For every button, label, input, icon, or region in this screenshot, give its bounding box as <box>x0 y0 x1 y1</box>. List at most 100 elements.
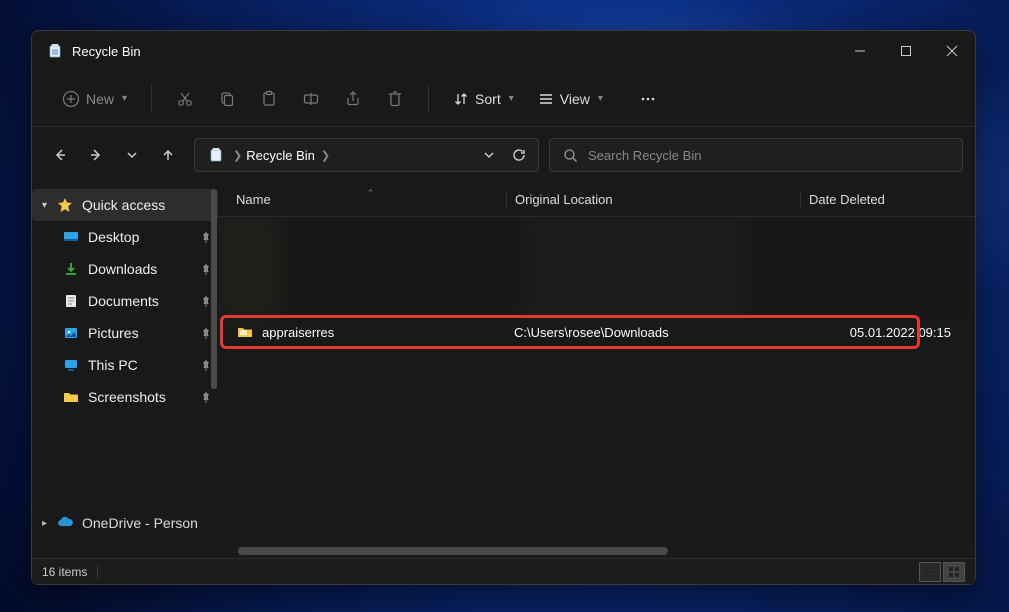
column-headers: Name ⌃ Original Location Date Deleted <box>218 183 975 217</box>
sort-button[interactable]: Sort ▾ <box>443 81 524 117</box>
sidebar-item-desktop[interactable]: Desktop <box>62 221 218 253</box>
recycle-bin-icon <box>205 144 227 166</box>
address-row: ❯ Recycle Bin ❯ <box>32 127 975 183</box>
new-button[interactable]: New ▾ <box>52 81 137 117</box>
up-button[interactable] <box>152 139 184 171</box>
sidebar-item-pictures[interactable]: Pictures <box>62 317 218 349</box>
view-button[interactable]: View ▾ <box>528 81 613 117</box>
onedrive-icon <box>56 514 74 532</box>
sidebar-item-downloads[interactable]: Downloads <box>62 253 218 285</box>
refresh-button[interactable] <box>504 139 534 171</box>
column-label: Date Deleted <box>809 192 885 207</box>
quick-access-children: Desktop Downloads <box>32 221 218 413</box>
navigation-pane: ▾ Quick access Desktop <box>32 183 218 558</box>
chevron-down-icon: ▾ <box>598 93 603 104</box>
pictures-icon <box>62 324 80 342</box>
sidebar-item-onedrive[interactable]: ▸ OneDrive - Person <box>32 507 218 539</box>
blurred-rows <box>218 217 975 317</box>
this-pc-icon <box>62 356 80 374</box>
address-bar[interactable]: ❯ Recycle Bin ❯ <box>194 138 539 172</box>
forward-button[interactable] <box>80 139 112 171</box>
share-button[interactable] <box>334 81 372 117</box>
paste-button[interactable] <box>250 81 288 117</box>
plus-circle-icon <box>62 90 80 108</box>
breadcrumb-label: Recycle Bin <box>246 148 315 163</box>
titlebar: Recycle Bin <box>32 31 975 71</box>
sort-ascending-icon: ⌃ <box>367 188 375 199</box>
column-label: Name <box>236 192 271 207</box>
file-icon <box>236 323 254 341</box>
chevron-down-icon: ▾ <box>509 93 514 104</box>
copy-button[interactable] <box>208 81 246 117</box>
view-toggles <box>919 562 965 582</box>
address-dropdown-button[interactable] <box>474 139 504 171</box>
chevron-down-icon[interactable]: ▾ <box>42 200 56 211</box>
sidebar-item-label: Screenshots <box>88 389 166 405</box>
file-row-appraiserres[interactable]: appraiserres C:\Users\rosee\Downloads 05… <box>228 317 965 347</box>
downloads-icon <box>62 260 80 278</box>
sidebar-item-documents[interactable]: Documents <box>62 285 218 317</box>
sidebar-item-label: Quick access <box>82 197 165 213</box>
scrollbar-thumb[interactable] <box>238 547 668 555</box>
sidebar-item-label: Pictures <box>88 325 139 341</box>
column-header-original-location[interactable]: Original Location <box>506 192 800 207</box>
column-label: Original Location <box>515 192 613 207</box>
chevron-down-icon: ▾ <box>122 93 127 104</box>
minimize-button[interactable] <box>837 31 883 71</box>
statusbar-separator <box>97 565 98 579</box>
rename-icon <box>302 90 320 108</box>
chevron-right-icon[interactable]: ❯ <box>233 149 242 162</box>
more-icon <box>639 90 657 108</box>
item-count: 16 items <box>42 565 87 579</box>
sidebar-item-screenshots[interactable]: Screenshots <box>62 381 218 413</box>
sidebar-scrollbar[interactable] <box>210 189 218 552</box>
window-title: Recycle Bin <box>72 44 141 59</box>
file-list[interactable]: appraiserres C:\Users\rosee\Downloads 05… <box>218 217 975 544</box>
sidebar-item-label: Downloads <box>88 261 157 277</box>
column-header-date-deleted[interactable]: Date Deleted <box>800 192 975 207</box>
toolbar-separator <box>428 85 429 113</box>
close-button[interactable] <box>929 31 975 71</box>
documents-icon <box>62 292 80 310</box>
breadcrumb[interactable]: Recycle Bin ❯ <box>242 148 334 163</box>
sidebar-item-this-pc[interactable]: This PC <box>62 349 218 381</box>
scissors-icon <box>176 90 194 108</box>
sort-label: Sort <box>475 91 501 107</box>
sidebar-item-label: Documents <box>88 293 159 309</box>
recent-locations-button[interactable] <box>116 139 148 171</box>
cut-button[interactable] <box>166 81 204 117</box>
sidebar-item-label: This PC <box>88 357 138 373</box>
star-icon <box>56 196 74 214</box>
search-box[interactable] <box>549 138 963 172</box>
toolbar: New ▾ <box>32 71 975 127</box>
rename-button[interactable] <box>292 81 330 117</box>
toolbar-separator <box>151 85 152 113</box>
view-label: View <box>560 91 590 107</box>
trash-icon <box>386 90 404 108</box>
body: ▾ Quick access Desktop <box>32 183 975 558</box>
share-icon <box>344 90 362 108</box>
horizontal-scrollbar[interactable] <box>218 544 975 558</box>
more-button[interactable] <box>629 81 667 117</box>
scrollbar-thumb[interactable] <box>211 189 217 389</box>
delete-button[interactable] <box>376 81 414 117</box>
sidebar-item-quick-access[interactable]: ▾ Quick access <box>32 189 218 221</box>
view-icon <box>538 91 554 107</box>
maximize-button[interactable] <box>883 31 929 71</box>
column-header-name[interactable]: Name ⌃ <box>236 192 506 207</box>
back-button[interactable] <box>44 139 76 171</box>
file-original-location: C:\Users\rosee\Downloads <box>506 325 800 340</box>
details-view-toggle[interactable] <box>919 562 941 582</box>
sidebar-item-label: OneDrive - Person <box>82 515 198 531</box>
search-input[interactable] <box>588 148 952 163</box>
thumbnails-view-toggle[interactable] <box>943 562 965 582</box>
folder-icon <box>62 388 80 406</box>
search-icon <box>560 148 580 163</box>
nav-arrows <box>44 139 184 171</box>
paste-icon <box>260 90 278 108</box>
copy-icon <box>218 90 236 108</box>
chevron-right-icon[interactable]: ▸ <box>42 518 56 529</box>
content-pane: Name ⌃ Original Location Date Deleted <box>218 183 975 558</box>
new-label: New <box>86 91 114 107</box>
sidebar-item-label: Desktop <box>88 229 139 245</box>
